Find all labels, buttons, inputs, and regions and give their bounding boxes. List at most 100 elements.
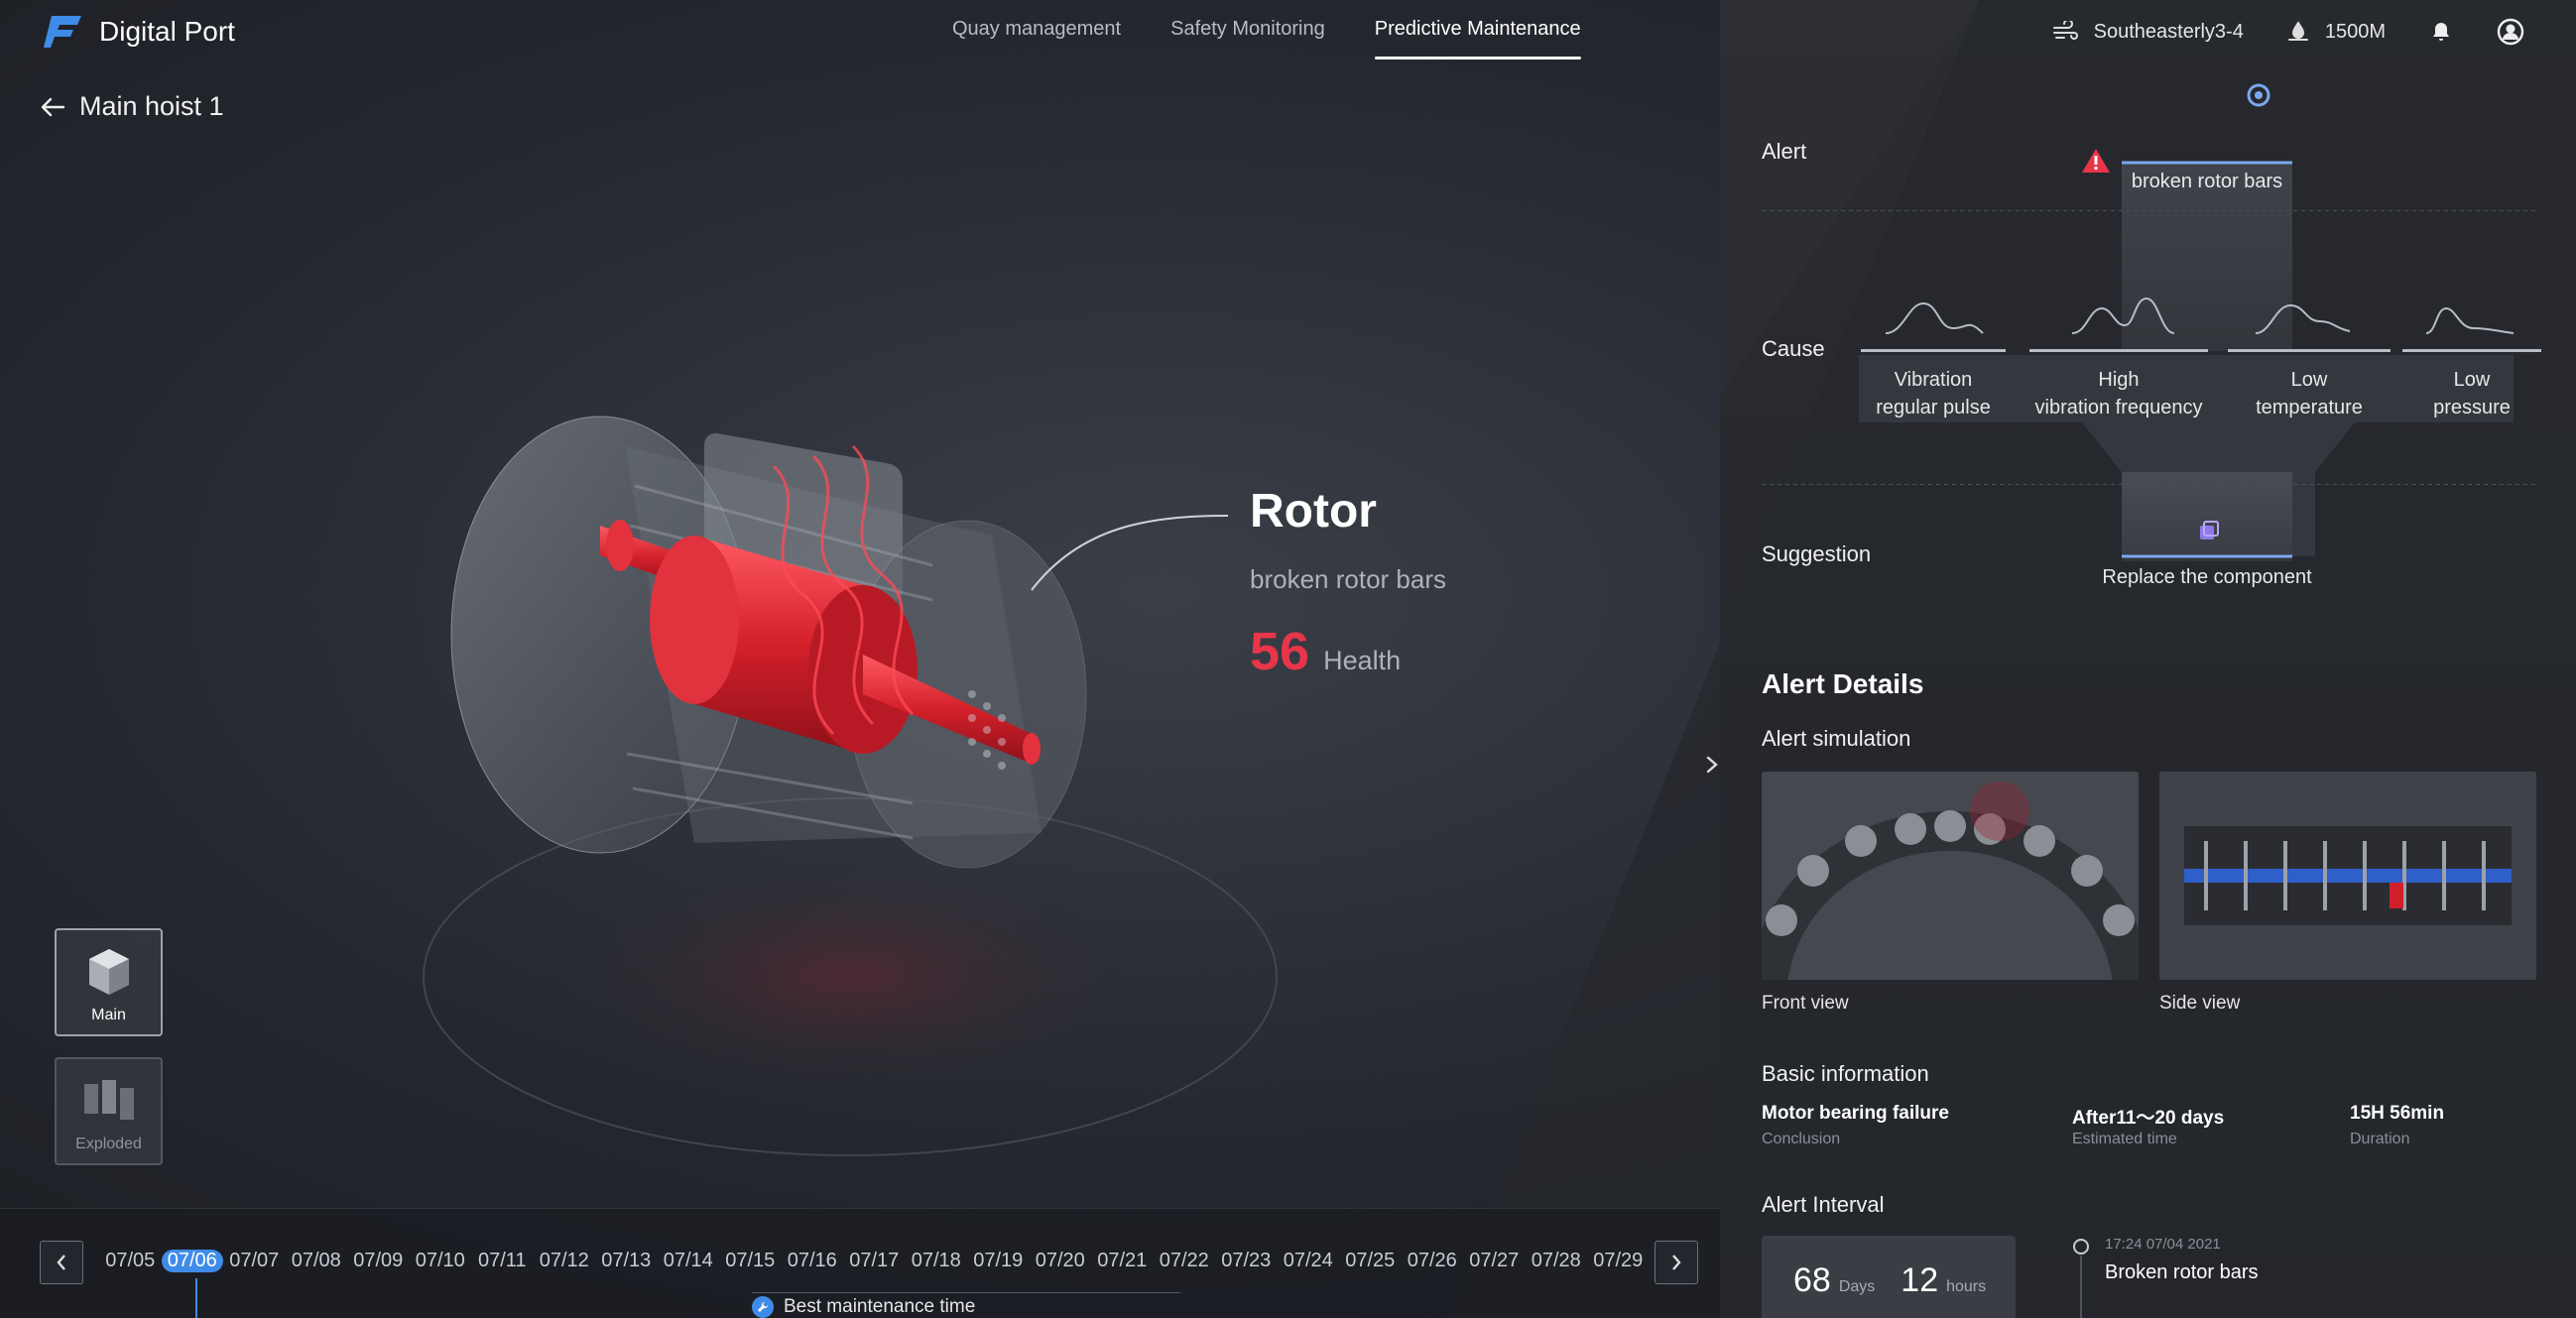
divider <box>1762 484 2535 485</box>
cause-label: Cause <box>1762 336 1825 361</box>
bell-icon[interactable] <box>2429 20 2453 44</box>
front-view-caption: Front view <box>1762 993 1849 1014</box>
cause-item: Low pressure <box>2402 349 2541 421</box>
best-maintenance-time[interactable]: Best maintenance time <box>752 1296 975 1318</box>
best-time-divider <box>752 1292 1180 1293</box>
conclusion-key: Conclusion <box>1762 1131 1841 1147</box>
cause-line1: Vibration <box>1894 369 1973 391</box>
suggestion-label: Suggestion <box>1762 541 1872 566</box>
timeline-date[interactable]: 07/14 <box>658 1250 720 1272</box>
timeline-date[interactable]: 07/27 <box>1463 1250 1526 1272</box>
timeline-date[interactable]: 07/09 <box>347 1250 410 1272</box>
timeline-date[interactable]: 07/12 <box>534 1250 596 1272</box>
timeline-prev-button[interactable] <box>40 1241 83 1284</box>
status-area: Southeasterly3-4 1500M <box>2052 18 2524 46</box>
exploded-view-label: Exploded <box>75 1136 142 1152</box>
motor-3d-model[interactable] <box>397 337 1309 1180</box>
side-view-caption: Side view <box>2159 993 2241 1014</box>
analysis-panel: Alert broken rotor bars Cause Vibration … <box>1720 65 2576 1318</box>
component-name: Rotor <box>1250 485 1377 538</box>
page-title: Main hoist 1 <box>79 91 224 121</box>
cause-line2: vibration frequency <box>2034 397 2203 419</box>
timeline-date[interactable]: 07/26 <box>1402 1250 1464 1272</box>
health-value: 56 <box>1250 622 1310 681</box>
app-title: Digital Port <box>99 16 235 47</box>
date-timeline: 07/05 07/06 07/07 07/08 07/09 07/10 07/11 07/12… <box>0 1208 1720 1318</box>
timeline-date[interactable]: 07/10 <box>410 1250 472 1272</box>
tab-quay-management[interactable]: Quay management <box>952 0 1121 60</box>
timeline-date[interactable]: 07/05 <box>99 1250 162 1272</box>
user-avatar-icon[interactable] <box>2497 18 2524 46</box>
timeline-date[interactable]: 07/29 <box>1587 1250 1650 1272</box>
cube-icon <box>88 949 129 995</box>
timeline-date[interactable]: 07/08 <box>286 1250 348 1272</box>
divider <box>1762 210 2535 211</box>
cause-line2: pressure <box>2433 397 2511 419</box>
main-nav: Quay management Safety Monitoring Predic… <box>952 0 1581 60</box>
depth-status: 1500M <box>2324 20 2386 43</box>
interval-hours-unit: hours <box>1946 1278 1987 1295</box>
timeline-date[interactable]: 07/28 <box>1526 1250 1588 1272</box>
wrench-icon <box>752 1296 774 1318</box>
interval-days-unit: Days <box>1838 1278 1876 1295</box>
duration-value: 15H 56min <box>2350 1103 2445 1124</box>
health-score: 56 Health <box>1250 621 1446 682</box>
chevron-right-icon[interactable] <box>1702 750 1722 779</box>
timeline-date[interactable]: 07/19 <box>967 1250 1030 1272</box>
best-time-label: Best maintenance time <box>784 1296 976 1317</box>
chevron-left-icon <box>57 1255 65 1270</box>
timeline-date[interactable]: 07/22 <box>1154 1250 1216 1272</box>
top-bar: Digital Port Quay management Safety Moni… <box>0 0 2576 65</box>
timeline-date[interactable]: 07/17 <box>843 1250 906 1272</box>
timeline-date[interactable]: 07/11 <box>471 1250 534 1272</box>
timeline-date[interactable]: 07/13 <box>595 1250 658 1272</box>
tab-safety-monitoring[interactable]: Safety Monitoring <box>1170 0 1325 60</box>
cause-line1: Low <box>2290 369 2328 391</box>
timeline-date[interactable]: 07/23 <box>1215 1250 1278 1272</box>
alert-details-title: Alert Details <box>1762 668 1924 699</box>
timeline-next-button[interactable] <box>1655 1241 1698 1284</box>
timeline-date[interactable]: 07/15 <box>719 1250 782 1272</box>
timeline-date[interactable]: 07/21 <box>1091 1250 1154 1272</box>
cause-line1: Low <box>2453 369 2491 391</box>
component-fault: broken rotor bars <box>1250 564 1446 594</box>
exploded-view-button[interactable]: Exploded <box>55 1057 163 1165</box>
back-button[interactable]: Main hoist 1 <box>40 91 224 122</box>
timeline-dates: 07/05 07/06 07/07 07/08 07/09 07/10 07/11 07/12… <box>99 1250 1650 1272</box>
timeline-date[interactable]: 07/06 <box>161 1250 223 1272</box>
event-title[interactable]: Broken rotor bars <box>2105 1261 2259 1284</box>
side-view-thumbnail[interactable] <box>2159 772 2536 980</box>
timeline-date[interactable]: 07/07 <box>223 1250 286 1272</box>
callout-line <box>1031 515 1229 591</box>
flow-diagram <box>1859 161 2515 561</box>
timeline-date[interactable]: 07/25 <box>1339 1250 1402 1272</box>
timeline-date[interactable]: 07/20 <box>1030 1250 1092 1272</box>
component-icon <box>2200 521 2219 539</box>
conclusion-value: Motor bearing failure <box>1762 1103 1949 1124</box>
interval-counter: 68 Days 12 hours <box>1762 1236 2016 1318</box>
alert-value: broken rotor bars <box>2131 171 2283 192</box>
timeline-date[interactable]: 07/16 <box>782 1250 844 1272</box>
basic-info-label: Basic information <box>1762 1061 1929 1086</box>
wind-icon <box>2052 21 2078 40</box>
duration-key: Duration <box>2350 1131 2410 1147</box>
event-line <box>2080 1256 2082 1318</box>
wind-status: Southeasterly3-4 <box>2093 20 2244 43</box>
estimated-time-key: Estimated time <box>2072 1131 2177 1147</box>
interval-hours: 12 <box>1901 1261 1939 1299</box>
main-view-button[interactable]: Main <box>55 928 163 1036</box>
timeline-date[interactable]: 07/24 <box>1278 1250 1340 1272</box>
alert-interval-label: Alert Interval <box>1762 1192 1885 1217</box>
timeline-date[interactable]: 07/18 <box>906 1250 968 1272</box>
tab-predictive-maintenance[interactable]: Predictive Maintenance <box>1374 0 1581 60</box>
exploded-cubes-icon <box>83 1080 134 1120</box>
app-logo[interactable]: Digital Port <box>44 16 235 48</box>
event-dot <box>2073 1239 2089 1255</box>
interval-days: 68 <box>1793 1261 1831 1299</box>
alert-simulation-label: Alert simulation <box>1762 726 1911 751</box>
alert-label: Alert <box>1762 139 1807 164</box>
estimated-time-value: After11～20 days <box>2072 1108 2225 1129</box>
event-time: 17:24 07/04 2021 <box>2105 1236 2221 1253</box>
chevron-right-icon <box>1672 1255 1681 1270</box>
front-view-thumbnail[interactable] <box>1762 772 2139 980</box>
